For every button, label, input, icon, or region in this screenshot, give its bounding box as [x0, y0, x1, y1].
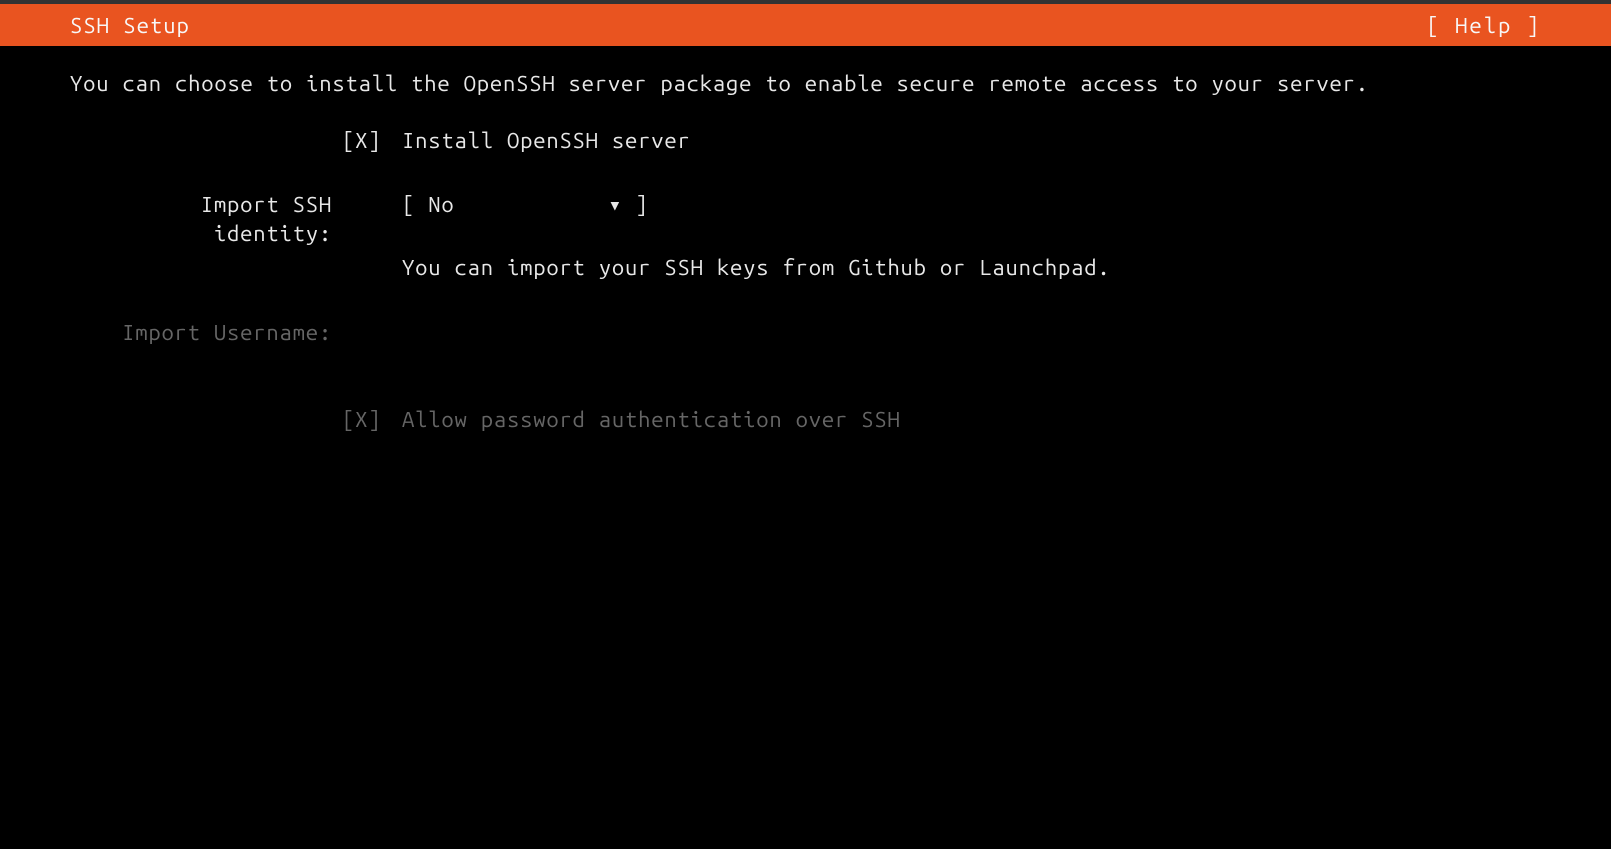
import-username-label: Import Username:	[70, 319, 342, 348]
allow-password-checkbox: [X]	[342, 406, 402, 435]
import-identity-help-row: You can import your SSH keys from Github…	[70, 254, 1541, 283]
import-identity-help-text: You can import your SSH keys from Github…	[402, 254, 1541, 283]
install-openssh-row: [X] Install OpenSSH server	[70, 127, 1541, 156]
import-identity-dropdown[interactable]: [ No▾ ]	[402, 192, 649, 217]
allow-password-label: Allow password authentication over SSH	[402, 406, 1541, 435]
page-title: SSH Setup	[70, 13, 190, 38]
main-content: You can choose to install the OpenSSH se…	[0, 46, 1611, 464]
import-identity-label: Import SSH identity:	[70, 191, 342, 248]
allow-password-row: [X] Allow password authentication over S…	[70, 406, 1541, 435]
chevron-down-icon: ▾	[608, 192, 622, 217]
import-identity-row: Import SSH identity: [ No▾ ]	[70, 191, 1541, 248]
install-openssh-checkbox[interactable]: [X]	[342, 127, 402, 156]
intro-text: You can choose to install the OpenSSH se…	[70, 70, 1541, 99]
help-button[interactable]: [ Help ]	[1426, 13, 1541, 38]
install-openssh-label: Install OpenSSH server	[402, 127, 1541, 156]
import-username-row: Import Username:	[70, 319, 1541, 348]
header-bar: SSH Setup [ Help ]	[0, 4, 1611, 46]
